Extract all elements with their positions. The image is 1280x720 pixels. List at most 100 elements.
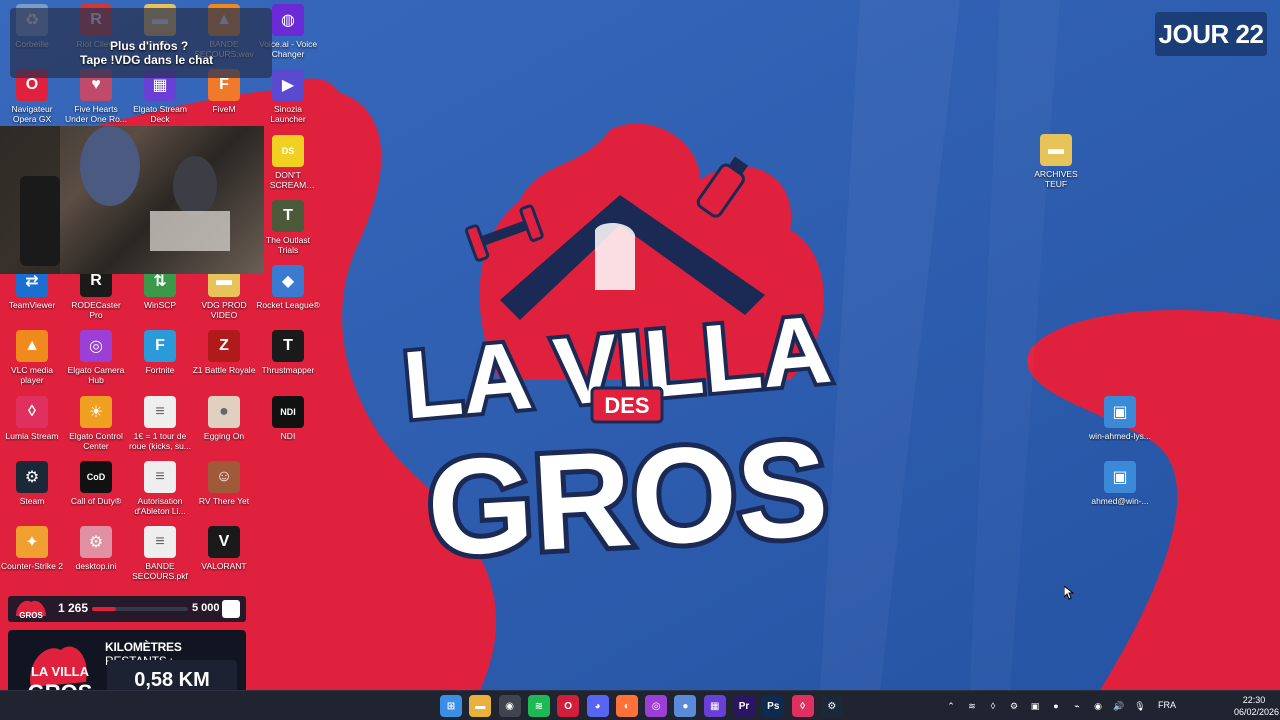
start-button-icon[interactable]: ⊞	[440, 695, 462, 717]
firefox-icon[interactable]: ◐	[615, 695, 638, 717]
text-file-icon: ≡	[144, 396, 176, 428]
desktop-icon[interactable]: F Fortnite	[128, 330, 192, 390]
desktop-icon-label: FiveM	[212, 104, 236, 114]
z1-icon: Z	[208, 330, 240, 362]
desktop-icon[interactable]: ▦ Elgato Stream Deck	[128, 69, 192, 129]
voiceai-icon: ◍	[272, 4, 304, 36]
desktop-icon[interactable]: ☀ Elgato Control Center	[64, 396, 128, 456]
mini-logo-line1: LA VILLA	[31, 664, 90, 679]
desktop-icon[interactable]: ▲ VLC media player	[0, 330, 64, 390]
desktop-icon[interactable]: ✦ Counter-Strike 2	[0, 526, 64, 586]
sinozia-icon: ▶	[272, 69, 304, 101]
spotify-icon[interactable]: ≋	[527, 695, 550, 717]
file-explorer-icon[interactable]: ▬	[469, 695, 492, 717]
steam-tray-icon[interactable]: ⚙	[1007, 699, 1021, 713]
camera-hub-icon[interactable]: ◎	[645, 695, 668, 717]
usb-tray-icon[interactable]: ⌁	[1070, 699, 1084, 713]
desktop-icon[interactable]: CoD Call of Duty®	[64, 461, 128, 521]
desktop-icon[interactable]: ◊ Lumia Stream	[0, 396, 64, 456]
mini-logo-icon: GROS	[16, 600, 46, 620]
rodecaster-tray-icon[interactable]: ▣	[1028, 699, 1042, 713]
language-indicator[interactable]: FRA	[1158, 700, 1176, 710]
desktop-icon-label: NDI	[280, 431, 296, 441]
goal-current: 1 265	[58, 601, 89, 615]
camera-hub-icon: ◎	[80, 330, 112, 362]
desktop-icon-label: ahmed@win-...	[1091, 496, 1149, 506]
info-line2: Tape !VDG dans le chat	[80, 53, 214, 67]
desktop-icon[interactable]: ♥ Five Hearts Under One Ro...	[64, 69, 128, 129]
microphone-icon[interactable]: 🎙	[1133, 699, 1147, 713]
desktop-icon-label: desktop.ini	[75, 561, 117, 571]
desktop-icon[interactable]: ▶ Sinozia Launcher	[256, 69, 320, 129]
valorant-icon: V	[208, 526, 240, 558]
stream-deck-icon[interactable]: ▦	[703, 695, 726, 717]
desktop-icon[interactable]: ≡ BANDE SECOURS.pkf	[128, 526, 192, 586]
egg-icon: ●	[208, 396, 240, 428]
desktop-icon-label: Navigateur Opera GX	[11, 104, 53, 124]
desktop-icon[interactable]: DS DON'T SCREAM TOGETHER	[256, 135, 320, 195]
speaker-icon[interactable]: 🔊	[1112, 699, 1126, 713]
desktop-icon-label: DON'T SCREAM TOGETHER	[269, 170, 307, 190]
desktop-icon-label: Thrustmapper	[261, 365, 315, 375]
donation-goal-bar: GROS 1 265 5 000	[8, 596, 246, 622]
lumia-icon: ◊	[16, 396, 48, 428]
desktop-icon[interactable]: ◆ Rocket League®	[256, 265, 320, 325]
svg-text:GROS: GROS	[424, 412, 832, 585]
desktop-icon[interactable]: NDI NDI	[256, 396, 320, 456]
desktop-icon-label: The Outlast Trials	[266, 235, 310, 255]
desktop-icon[interactable]: F FiveM	[192, 69, 256, 129]
browser-icon[interactable]: ●	[674, 695, 697, 717]
desktop-icon-label: BANDE SECOURS.pkf	[132, 561, 188, 581]
steam-icon[interactable]: ⚙	[820, 695, 843, 717]
lumia-icon[interactable]: ◊	[791, 695, 814, 717]
goal-logo-icon	[222, 600, 240, 618]
desktop-icon[interactable]: R RODECaster Pro	[64, 265, 128, 325]
desktop-icon[interactable]: ▣ win-ahmed-lys...	[1088, 396, 1152, 456]
desktop-icon[interactable]: ⇅ WinSCP	[128, 265, 192, 325]
opera-icon[interactable]: O	[557, 695, 580, 717]
cod-icon: CoD	[80, 461, 112, 493]
desktop-icon[interactable]: ▬ VDG PROD VIDEO	[192, 265, 256, 325]
webcam-feed	[0, 126, 264, 274]
clock[interactable]: 22:30 06/02/2026	[1234, 694, 1279, 718]
desktop-icon[interactable]: ≡ Autorisation d'Ableton Li...	[128, 461, 192, 521]
desktop-icon[interactable]: T The Outlast Trials	[256, 200, 320, 260]
desktop-icon[interactable]: V VALORANT	[192, 526, 256, 586]
chrome-tray-icon[interactable]: ◉	[1091, 699, 1105, 713]
spotify-tray-icon[interactable]: ≋	[965, 699, 979, 713]
browser-tray-icon[interactable]: ●	[1049, 699, 1063, 713]
desktop-icon[interactable]: ⚙ desktop.ini	[64, 526, 128, 586]
desktop-icon-label: Rocket League®	[256, 300, 320, 310]
remote-desktop-icon: ▣	[1104, 461, 1136, 493]
photoshop-icon[interactable]: Ps	[762, 695, 785, 717]
desktop-icon-label: Sinozia Launcher	[270, 104, 306, 124]
lumia-tray-icon[interactable]: ◊	[986, 699, 1000, 713]
desktop-icon[interactable]: ☺ RV There Yet	[192, 461, 256, 521]
desktop-icon-label: Elgato Camera Hub	[67, 365, 125, 385]
desktop-icon[interactable]: ▣ ahmed@win-...	[1088, 461, 1152, 521]
desktop-icon[interactable]: ≡ 1€ = 1 tour de roue (kicks, su...	[128, 396, 192, 456]
desktop-icon-label: Elgato Stream Deck	[133, 104, 187, 124]
obs-icon[interactable]: ◉	[498, 695, 521, 717]
dont-scream-icon: DS	[272, 135, 304, 167]
chevron-up-icon[interactable]: ⌃	[944, 699, 958, 713]
mouse-cursor-icon	[1064, 586, 1074, 600]
vlc-icon: ▲	[16, 330, 48, 362]
thrustmapper-icon: T	[272, 330, 304, 362]
cs2-icon: ✦	[16, 526, 48, 558]
desktop-icon[interactable]: ◎ Elgato Camera Hub	[64, 330, 128, 390]
desktop-icon[interactable]: ⇄ TeamViewer	[0, 265, 64, 325]
premiere-icon[interactable]: Pr	[733, 695, 755, 717]
desktop-icon-label: Call of Duty®	[70, 496, 122, 506]
desktop-icon[interactable]: ● Egging On	[192, 396, 256, 456]
desktop-icon[interactable]: Z Z1 Battle Royale	[192, 330, 256, 390]
desktop-icon-label: Five Hearts Under One Ro...	[65, 104, 127, 124]
desktop-icon[interactable]: ▬ ARCHIVES TEUF	[1024, 134, 1088, 194]
svg-text:DES: DES	[604, 393, 649, 418]
desktop-icon-label: RODECaster Pro	[71, 300, 121, 320]
desktop-icon[interactable]: O Navigateur Opera GX	[0, 69, 64, 129]
desktop-icon[interactable]: T Thrustmapper	[256, 330, 320, 390]
desktop-icon-label: VALORANT	[201, 561, 247, 571]
discord-icon[interactable]: ◕	[586, 695, 609, 717]
desktop-icon[interactable]: ⚙ Steam	[0, 461, 64, 521]
